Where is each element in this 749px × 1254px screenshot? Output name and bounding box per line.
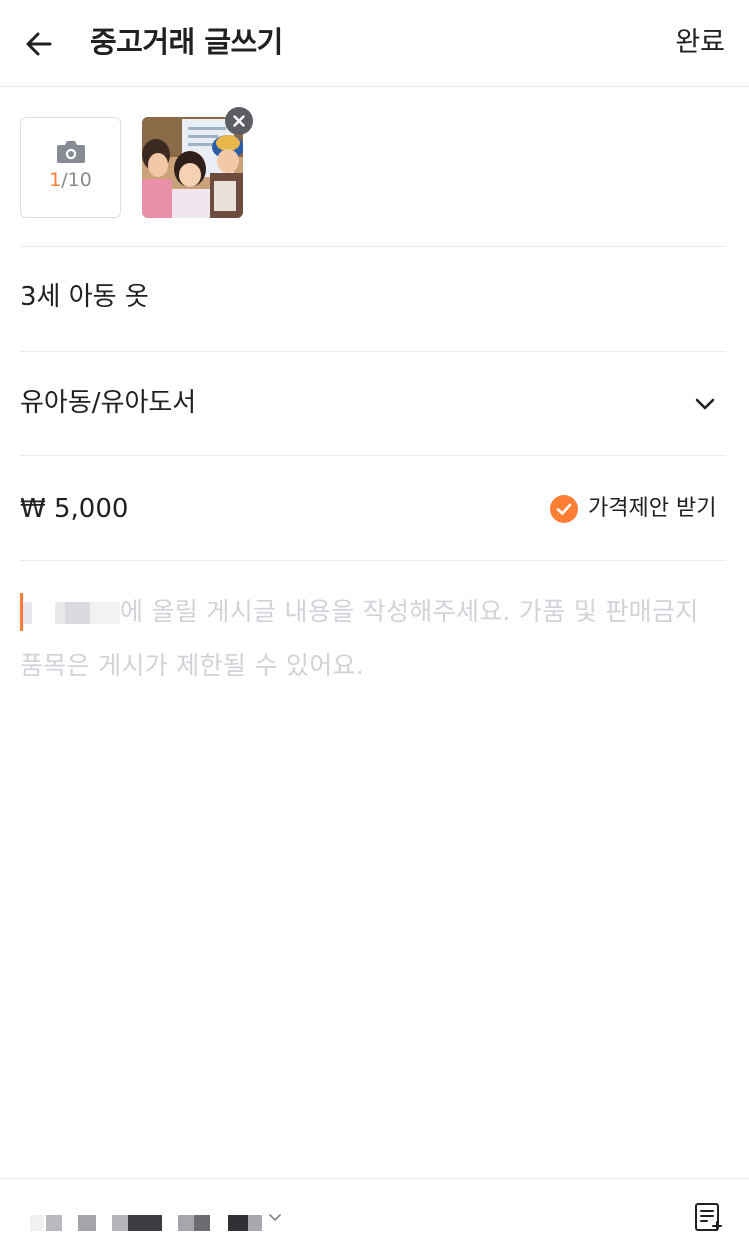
blurred-location <box>228 1215 248 1231</box>
back-arrow-icon[interactable] <box>20 24 60 64</box>
description-placeholder-line2: 품목은 게시가 제한될 수 있어요. <box>20 651 365 680</box>
photo-count-total: /10 <box>61 169 92 191</box>
bottom-toolbar <box>0 1178 749 1254</box>
divider <box>20 560 726 561</box>
blurred-location <box>112 1215 128 1231</box>
text-cursor <box>20 593 23 631</box>
blurred-location <box>248 1215 262 1231</box>
photo-section: 1/10 <box>20 107 729 218</box>
done-button[interactable]: 완료 <box>675 24 725 62</box>
camera-icon <box>57 141 85 163</box>
description-textarea[interactable]: 에 올릴 게시글 내용을 작성해주세요. 가품 및 판매금지 품목은 게시가 제… <box>20 585 726 693</box>
category-select[interactable]: 유아동/유아도서 <box>20 383 726 427</box>
description-placeholder-line1: 에 올릴 게시글 내용을 작성해주세요. 가품 및 판매금지 <box>20 585 726 639</box>
close-icon <box>233 115 245 127</box>
blurred-location <box>30 1215 44 1231</box>
price-input[interactable]: ₩ 5,000 <box>20 491 128 527</box>
blurred-location <box>78 1215 96 1231</box>
price-offer-label: 가격제안 받기 <box>588 496 717 521</box>
category-value: 유아동/유아도서 <box>20 388 197 418</box>
check-circle-icon <box>550 495 578 523</box>
divider <box>20 455 726 456</box>
price-row: ₩ 5,000 가격제안 받기 <box>20 487 726 531</box>
title-input[interactable]: 3세 아동 옷 <box>20 279 149 315</box>
remove-photo-button[interactable] <box>225 107 253 135</box>
blurred-location <box>128 1215 162 1231</box>
app-header: 중고거래 글쓰기 완료 <box>0 0 749 87</box>
photo-counter: 1/10 <box>21 169 120 191</box>
blurred-location <box>46 1215 62 1231</box>
document-add-icon[interactable] <box>693 1201 725 1233</box>
blurred-location <box>194 1215 210 1231</box>
chevron-down-icon <box>695 398 715 410</box>
add-photo-button[interactable]: 1/10 <box>20 117 121 218</box>
price-offer-toggle[interactable]: 가격제안 받기 <box>550 491 726 527</box>
divider <box>20 246 726 247</box>
photo-count-current: 1 <box>49 169 62 191</box>
chevron-down-icon[interactable] <box>268 1211 282 1225</box>
blurred-location <box>178 1215 194 1231</box>
blurred-text <box>20 602 120 624</box>
divider <box>20 351 726 352</box>
page-title: 중고거래 글쓰기 <box>90 25 283 59</box>
